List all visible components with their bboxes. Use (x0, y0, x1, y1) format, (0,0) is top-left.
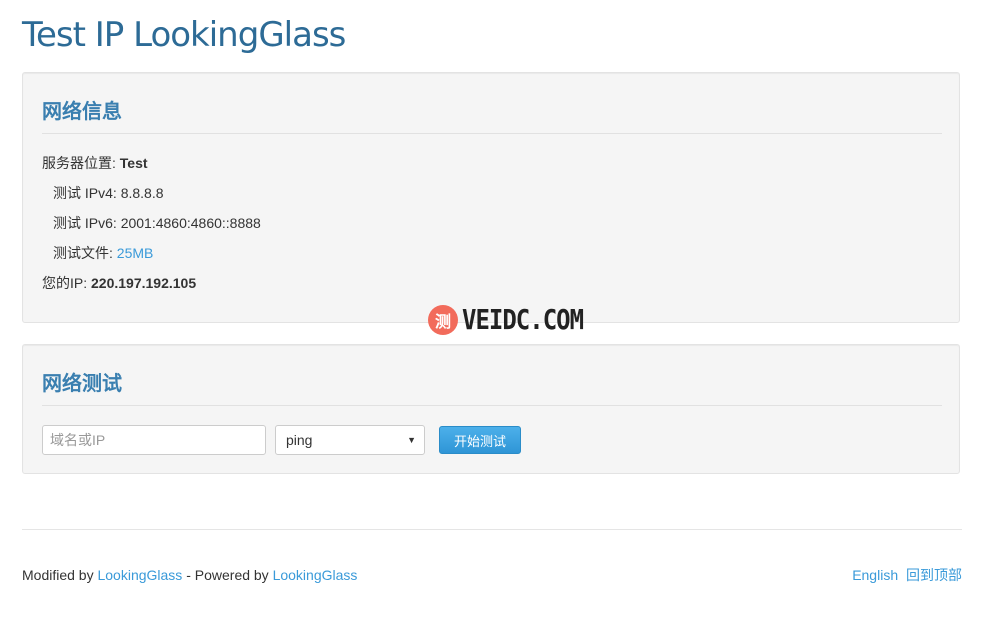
test-file-row: 测试文件: 25MB (53, 244, 153, 262)
footer-divider (22, 529, 962, 530)
network-test-panel: 网络测试 ping ▼ 开始测试 (22, 344, 960, 474)
back-to-top-link[interactable]: 回到顶部 (906, 567, 962, 583)
ipv6-row: 测试 IPv6: 2001:4860:4860::8888 (53, 214, 261, 232)
method-selected-value: ping (286, 432, 313, 448)
your-ip-row: 您的IP: 220.197.192.105 (42, 274, 196, 292)
test-file-label: 测试文件: (53, 245, 113, 261)
ipv6-label: 测试 IPv6: (53, 215, 117, 231)
ipv4-value: 8.8.8.8 (120, 185, 164, 201)
ipv4-label: 测试 IPv4: (53, 185, 117, 201)
network-info-panel: 网络信息 服务器位置: Test 测试 IPv4: 8.8.8.8 测试 IPv… (22, 72, 960, 323)
footer-nav: English 回到顶部 (848, 566, 962, 584)
server-location-value: Test (119, 155, 148, 171)
network-test-heading: 网络测试 (42, 369, 942, 406)
modified-by-text: Modified by (22, 567, 94, 583)
footer-credits: Modified by LookingGlass - Powered by Lo… (22, 566, 357, 584)
english-language-link[interactable]: English (852, 567, 898, 583)
your-ip-label: 您的IP: (42, 275, 88, 291)
server-location-label: 服务器位置: (42, 155, 116, 171)
watermark-logo: 测 VEIDC.COM (428, 303, 584, 337)
powered-by-text: - Powered by (186, 567, 269, 583)
chevron-down-icon: ▼ (407, 435, 416, 445)
ipv6-value: 2001:4860:4860::8888 (120, 215, 261, 231)
page-title: Test IP LookingGlass (22, 15, 346, 55)
test-file-link[interactable]: 25MB (117, 245, 154, 261)
network-info-heading: 网络信息 (42, 97, 942, 134)
method-select[interactable]: ping ▼ (275, 425, 425, 455)
server-location-row: 服务器位置: Test (42, 154, 148, 172)
watermark-text: VEIDC.COM (462, 303, 584, 337)
host-input[interactable] (42, 425, 266, 455)
start-test-button[interactable]: 开始测试 (439, 426, 521, 454)
watermark-badge-icon: 测 (428, 305, 458, 335)
powered-by-link[interactable]: LookingGlass (273, 567, 358, 583)
your-ip-value: 220.197.192.105 (91, 275, 197, 291)
modified-by-link[interactable]: LookingGlass (97, 567, 182, 583)
ipv4-row: 测试 IPv4: 8.8.8.8 (53, 184, 164, 202)
